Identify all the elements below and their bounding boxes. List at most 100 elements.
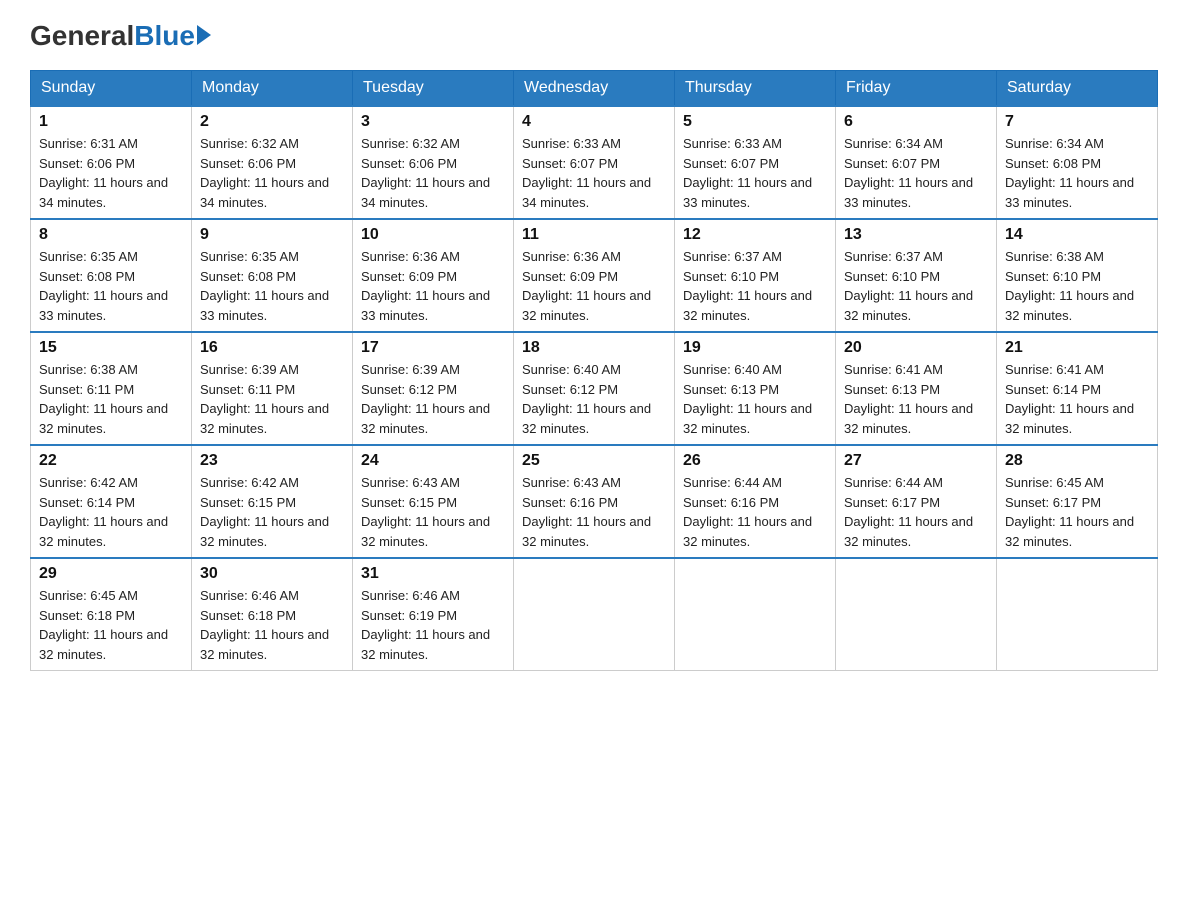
day-info: Sunrise: 6:45 AMSunset: 6:18 PMDaylight:… [39,586,183,664]
column-header-wednesday: Wednesday [514,71,675,107]
calendar-cell: 20 Sunrise: 6:41 AMSunset: 6:13 PMDaylig… [836,332,997,445]
week-row-5: 29 Sunrise: 6:45 AMSunset: 6:18 PMDaylig… [31,558,1158,671]
day-info: Sunrise: 6:37 AMSunset: 6:10 PMDaylight:… [683,247,827,325]
day-info: Sunrise: 6:35 AMSunset: 6:08 PMDaylight:… [200,247,344,325]
day-number: 2 [200,113,344,131]
column-header-friday: Friday [836,71,997,107]
column-header-saturday: Saturday [997,71,1158,107]
calendar-cell: 6 Sunrise: 6:34 AMSunset: 6:07 PMDayligh… [836,106,997,219]
calendar-cell: 27 Sunrise: 6:44 AMSunset: 6:17 PMDaylig… [836,445,997,558]
page-header: General Blue [30,20,1158,52]
calendar-cell: 4 Sunrise: 6:33 AMSunset: 6:07 PMDayligh… [514,106,675,219]
day-info: Sunrise: 6:41 AMSunset: 6:13 PMDaylight:… [844,360,988,438]
day-number: 18 [522,339,666,357]
day-number: 8 [39,226,183,244]
day-number: 30 [200,565,344,583]
calendar-cell: 19 Sunrise: 6:40 AMSunset: 6:13 PMDaylig… [675,332,836,445]
day-info: Sunrise: 6:33 AMSunset: 6:07 PMDaylight:… [522,134,666,212]
day-info: Sunrise: 6:43 AMSunset: 6:15 PMDaylight:… [361,473,505,551]
header-row: SundayMondayTuesdayWednesdayThursdayFrid… [31,71,1158,107]
calendar-cell: 9 Sunrise: 6:35 AMSunset: 6:08 PMDayligh… [192,219,353,332]
day-info: Sunrise: 6:44 AMSunset: 6:17 PMDaylight:… [844,473,988,551]
column-header-sunday: Sunday [31,71,192,107]
calendar-cell: 2 Sunrise: 6:32 AMSunset: 6:06 PMDayligh… [192,106,353,219]
day-number: 12 [683,226,827,244]
day-number: 25 [522,452,666,470]
calendar-cell: 11 Sunrise: 6:36 AMSunset: 6:09 PMDaylig… [514,219,675,332]
logo-general-text: General [30,20,134,52]
calendar-cell: 7 Sunrise: 6:34 AMSunset: 6:08 PMDayligh… [997,106,1158,219]
day-info: Sunrise: 6:45 AMSunset: 6:17 PMDaylight:… [1005,473,1149,551]
calendar-cell: 15 Sunrise: 6:38 AMSunset: 6:11 PMDaylig… [31,332,192,445]
day-number: 5 [683,113,827,131]
day-number: 1 [39,113,183,131]
week-row-2: 8 Sunrise: 6:35 AMSunset: 6:08 PMDayligh… [31,219,1158,332]
week-row-3: 15 Sunrise: 6:38 AMSunset: 6:11 PMDaylig… [31,332,1158,445]
day-number: 17 [361,339,505,357]
day-info: Sunrise: 6:40 AMSunset: 6:13 PMDaylight:… [683,360,827,438]
calendar-cell: 24 Sunrise: 6:43 AMSunset: 6:15 PMDaylig… [353,445,514,558]
day-number: 23 [200,452,344,470]
column-header-monday: Monday [192,71,353,107]
day-number: 27 [844,452,988,470]
day-number: 15 [39,339,183,357]
calendar-cell: 23 Sunrise: 6:42 AMSunset: 6:15 PMDaylig… [192,445,353,558]
day-info: Sunrise: 6:38 AMSunset: 6:10 PMDaylight:… [1005,247,1149,325]
day-info: Sunrise: 6:44 AMSunset: 6:16 PMDaylight:… [683,473,827,551]
day-number: 31 [361,565,505,583]
day-info: Sunrise: 6:33 AMSunset: 6:07 PMDaylight:… [683,134,827,212]
calendar-cell: 28 Sunrise: 6:45 AMSunset: 6:17 PMDaylig… [997,445,1158,558]
week-row-1: 1 Sunrise: 6:31 AMSunset: 6:06 PMDayligh… [31,106,1158,219]
calendar-cell: 30 Sunrise: 6:46 AMSunset: 6:18 PMDaylig… [192,558,353,671]
day-number: 21 [1005,339,1149,357]
day-info: Sunrise: 6:32 AMSunset: 6:06 PMDaylight:… [200,134,344,212]
logo: General Blue [30,20,211,52]
day-number: 7 [1005,113,1149,131]
day-info: Sunrise: 6:42 AMSunset: 6:14 PMDaylight:… [39,473,183,551]
day-info: Sunrise: 6:36 AMSunset: 6:09 PMDaylight:… [361,247,505,325]
calendar-cell [997,558,1158,671]
column-header-thursday: Thursday [675,71,836,107]
day-info: Sunrise: 6:46 AMSunset: 6:19 PMDaylight:… [361,586,505,664]
day-info: Sunrise: 6:43 AMSunset: 6:16 PMDaylight:… [522,473,666,551]
day-number: 26 [683,452,827,470]
day-info: Sunrise: 6:42 AMSunset: 6:15 PMDaylight:… [200,473,344,551]
day-info: Sunrise: 6:39 AMSunset: 6:12 PMDaylight:… [361,360,505,438]
calendar-cell: 13 Sunrise: 6:37 AMSunset: 6:10 PMDaylig… [836,219,997,332]
calendar-cell: 22 Sunrise: 6:42 AMSunset: 6:14 PMDaylig… [31,445,192,558]
calendar-cell: 31 Sunrise: 6:46 AMSunset: 6:19 PMDaylig… [353,558,514,671]
calendar-cell: 29 Sunrise: 6:45 AMSunset: 6:18 PMDaylig… [31,558,192,671]
day-number: 9 [200,226,344,244]
calendar-cell: 12 Sunrise: 6:37 AMSunset: 6:10 PMDaylig… [675,219,836,332]
calendar-cell: 10 Sunrise: 6:36 AMSunset: 6:09 PMDaylig… [353,219,514,332]
day-info: Sunrise: 6:31 AMSunset: 6:06 PMDaylight:… [39,134,183,212]
calendar-cell: 14 Sunrise: 6:38 AMSunset: 6:10 PMDaylig… [997,219,1158,332]
day-number: 24 [361,452,505,470]
calendar-table: SundayMondayTuesdayWednesdayThursdayFrid… [30,70,1158,671]
day-info: Sunrise: 6:34 AMSunset: 6:08 PMDaylight:… [1005,134,1149,212]
day-number: 11 [522,226,666,244]
day-number: 4 [522,113,666,131]
column-header-tuesday: Tuesday [353,71,514,107]
calendar-cell [514,558,675,671]
day-number: 28 [1005,452,1149,470]
day-info: Sunrise: 6:34 AMSunset: 6:07 PMDaylight:… [844,134,988,212]
day-info: Sunrise: 6:46 AMSunset: 6:18 PMDaylight:… [200,586,344,664]
day-info: Sunrise: 6:32 AMSunset: 6:06 PMDaylight:… [361,134,505,212]
day-info: Sunrise: 6:38 AMSunset: 6:11 PMDaylight:… [39,360,183,438]
day-number: 20 [844,339,988,357]
logo-blue-part: Blue [134,20,211,52]
calendar-cell [675,558,836,671]
day-number: 10 [361,226,505,244]
day-number: 29 [39,565,183,583]
calendar-cell: 18 Sunrise: 6:40 AMSunset: 6:12 PMDaylig… [514,332,675,445]
calendar-cell: 17 Sunrise: 6:39 AMSunset: 6:12 PMDaylig… [353,332,514,445]
day-number: 13 [844,226,988,244]
day-info: Sunrise: 6:39 AMSunset: 6:11 PMDaylight:… [200,360,344,438]
day-info: Sunrise: 6:37 AMSunset: 6:10 PMDaylight:… [844,247,988,325]
calendar-cell: 16 Sunrise: 6:39 AMSunset: 6:11 PMDaylig… [192,332,353,445]
day-info: Sunrise: 6:40 AMSunset: 6:12 PMDaylight:… [522,360,666,438]
day-number: 14 [1005,226,1149,244]
calendar-cell: 21 Sunrise: 6:41 AMSunset: 6:14 PMDaylig… [997,332,1158,445]
calendar-cell: 5 Sunrise: 6:33 AMSunset: 6:07 PMDayligh… [675,106,836,219]
